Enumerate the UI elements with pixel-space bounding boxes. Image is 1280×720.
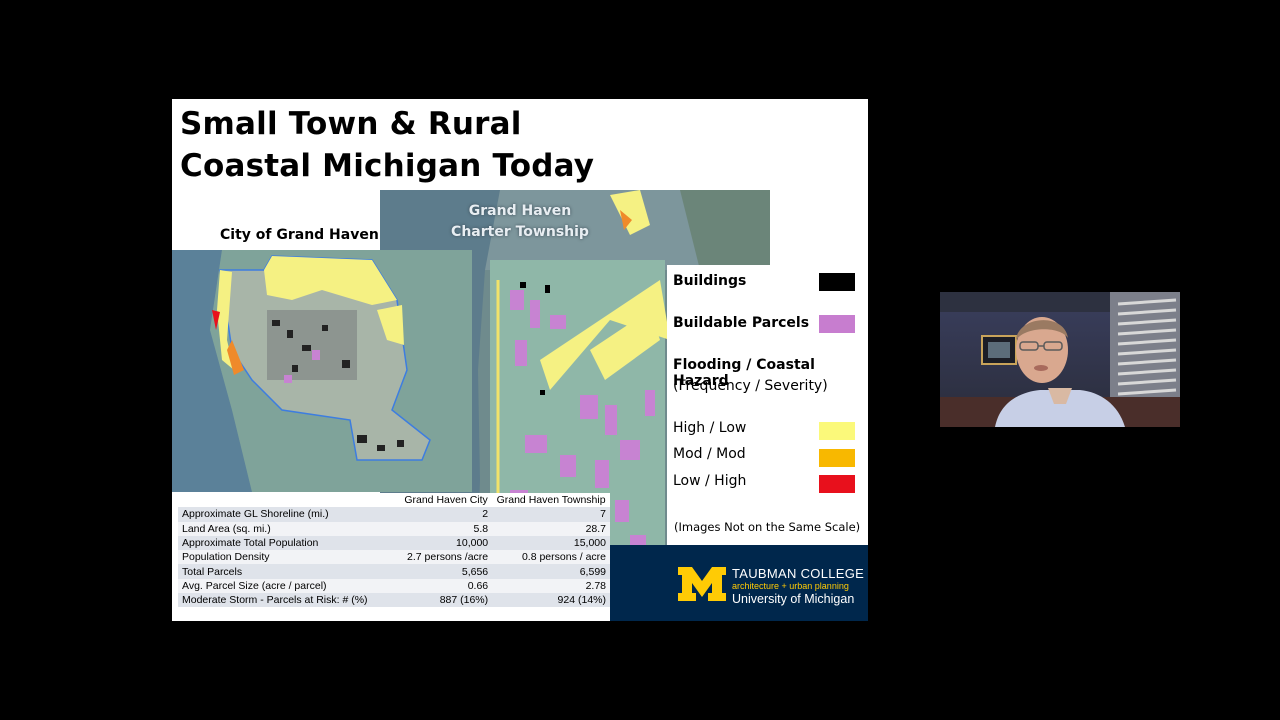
table-cell-label: Approximate GL Shoreline (mi.) [178, 507, 400, 522]
table-header-township: Grand Haven Township [496, 494, 606, 507]
table-cell-city: 10,000 [400, 535, 493, 551]
map-legend: Buildings Buildable Parcels Flooding / C… [667, 265, 867, 545]
table-row: Land Area (sq. mi.) 5.8 28.7 [178, 521, 610, 536]
city-aerial-map [172, 250, 472, 492]
table-cell-township: 0.8 persons / acre [492, 550, 610, 565]
legend-parcels-swatch [819, 315, 855, 333]
table-cell-label: Population Density [178, 550, 400, 565]
legend-mod-mod-label: Mod / Mod [673, 446, 746, 462]
table-cell-label: Avg. Parcel Size (acre / parcel) [178, 578, 400, 594]
taubman-footer: TAUBMAN COLLEGE architecture + urban pla… [610, 545, 868, 621]
table-cell-township: 15,000 [492, 535, 610, 551]
table-cell-township: 924 (14%) [492, 593, 610, 608]
legend-high-low-label: High / Low [673, 420, 747, 436]
table-cell-township: 2.78 [492, 578, 610, 594]
township-map-label: Grand Haven Charter Township [434, 201, 606, 243]
table-cell-label: Approximate Total Population [178, 535, 400, 551]
table-cell-city: 5,656 [400, 564, 493, 579]
table-cell-city: 0.66 [400, 578, 493, 594]
presenter-video[interactable] [940, 292, 1180, 427]
table-header-row: Grand Haven City Grand Haven Township [178, 493, 610, 507]
table-row: Avg. Parcel Size (acre / parcel) 0.66 2.… [178, 578, 610, 594]
table-row: Approximate Total Population 10,000 15,0… [178, 535, 610, 551]
table-cell-city: 2 [400, 507, 493, 522]
block-m-logo-icon [678, 567, 726, 601]
township-label-line-2: Charter Township [451, 224, 589, 240]
legend-low-high-swatch [819, 475, 855, 493]
table-cell-label: Land Area (sq. mi.) [178, 521, 400, 536]
table-cell-label: Total Parcels [178, 564, 400, 579]
legend-high-low-swatch [819, 422, 855, 440]
table-cell-city: 5.8 [400, 521, 493, 536]
college-name: TAUBMAN COLLEGE [732, 566, 865, 581]
table-cell-city: 887 (16%) [400, 593, 493, 608]
presenter-video-feed-icon [940, 292, 1180, 427]
table-cell-city: 2.7 persons /acre [400, 550, 493, 565]
table-cell-label: Moderate Storm - Parcels at Risk: # (%) [178, 593, 400, 608]
scale-note: (Images Not on the Same Scale) [674, 520, 861, 534]
city-map-graphic [172, 250, 472, 492]
township-label-line-1: Grand Haven [468, 203, 572, 219]
comparison-table: Grand Haven City Grand Haven Township Ap… [178, 493, 610, 608]
table-row: Moderate Storm - Parcels at Risk: # (%) … [178, 593, 610, 608]
legend-buildings-label: Buildings [673, 273, 747, 289]
legend-low-high-label: Low / High [673, 473, 747, 489]
table-header-city: Grand Haven City [404, 494, 488, 507]
table-row: Approximate GL Shoreline (mi.) 2 7 [178, 507, 610, 522]
table-cell-township: 7 [492, 507, 610, 522]
university-name: University of Michigan [732, 592, 855, 606]
presentation-slide: Small Town & Rural Coastal Michigan Toda… [172, 99, 868, 621]
legend-flooding-subtitle: (Frequency / Severity) [673, 378, 828, 394]
slide-title: Small Town & Rural Coastal Michigan Toda… [180, 103, 594, 187]
table-header-empty [178, 493, 400, 507]
city-map-label: City of Grand Haven [220, 227, 379, 243]
legend-parcels-label: Buildable Parcels [673, 315, 810, 331]
table-cell-township: 28.7 [492, 521, 610, 536]
college-subtitle: architecture + urban planning [732, 581, 849, 591]
legend-mod-mod-swatch [819, 449, 855, 467]
table-row: Population Density 2.7 persons /acre 0.8… [178, 550, 610, 565]
slide-title-line-2: Coastal Michigan Today [180, 148, 595, 184]
table-cell-township: 6,599 [492, 564, 610, 579]
legend-buildings-swatch [819, 273, 855, 291]
slide-title-line-1: Small Town & Rural [180, 106, 522, 142]
table-row: Total Parcels 5,656 6,599 [178, 564, 610, 579]
college-branding: TAUBMAN COLLEGE architecture + urban pla… [732, 566, 865, 607]
